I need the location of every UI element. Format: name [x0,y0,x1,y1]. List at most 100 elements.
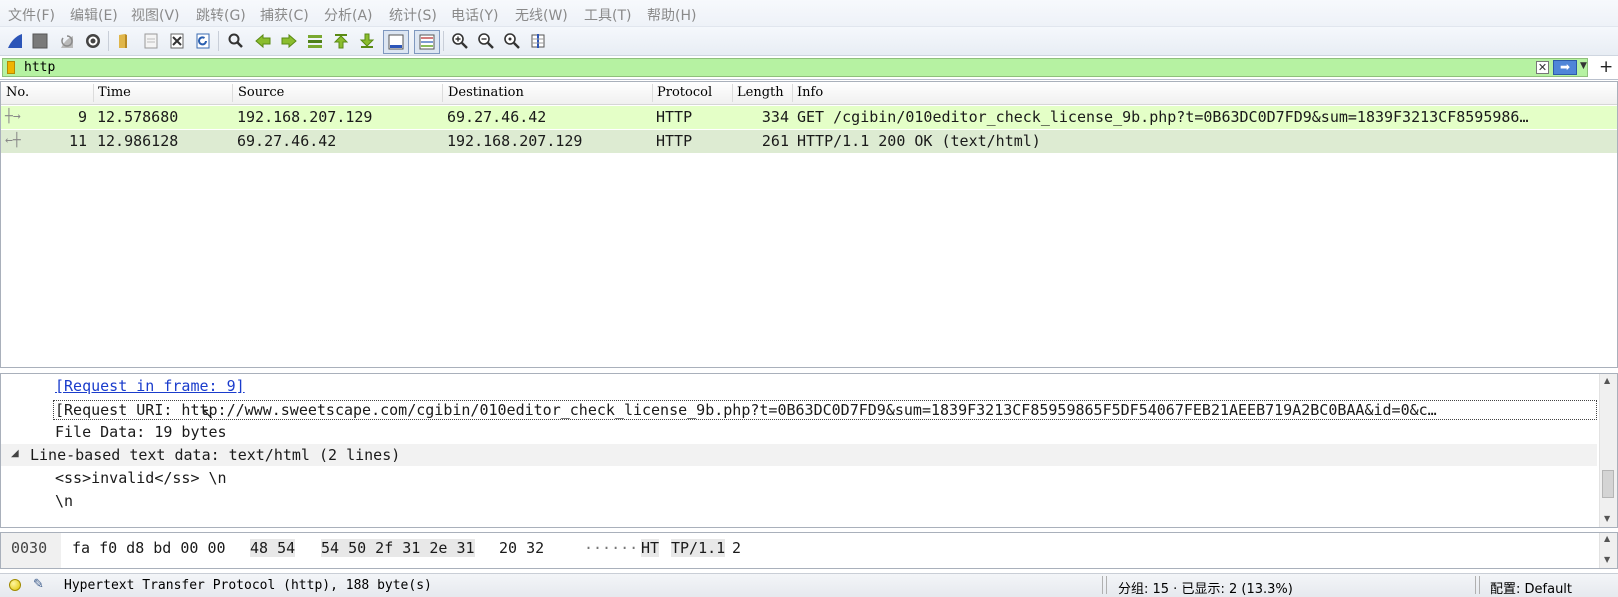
column-header-time[interactable]: Time [98,85,131,100]
add-filter-button[interactable]: + [1599,57,1613,77]
status-bar: ✎ Hypertext Transfer Protocol (http), 18… [0,573,1618,597]
status-separator [1102,576,1107,594]
resize-columns-icon[interactable] [527,30,549,52]
scroll-thumb[interactable] [1602,470,1614,498]
menu-capture[interactable]: 捕获(C) [260,5,309,25]
hex-bytes-highlight-b[interactable]: 54 50 2f 31 2e 31 [321,539,475,557]
packet-source: 192.168.207.129 [237,108,373,126]
packet-time: 12.986128 [97,132,179,150]
reload-file-icon[interactable] [192,30,214,52]
save-file-icon[interactable] [140,30,162,52]
status-packet-counts: 分组: 15 · 已显示: 2 (13.3%) [1118,582,1293,597]
text-line-1[interactable]: <ss>invalid</ss> \n [55,469,227,487]
zoom-in-icon[interactable] [449,30,471,52]
ascii-highlight-a[interactable]: HT [641,539,660,557]
ascii-tail[interactable]: 2 [732,539,741,557]
filter-history-chevron-icon[interactable]: ▼ [1580,61,1587,71]
menu-telephony[interactable]: 电话(Y) [451,5,498,25]
hex-bytes-highlight-a[interactable]: 48 54 [250,539,296,557]
column-header-info[interactable]: Info [797,85,823,100]
column-header-protocol[interactable]: Protocol [657,85,712,100]
packet-time: 12.578680 [97,108,179,126]
packet-protocol: HTTP [656,108,693,126]
menu-tools[interactable]: 工具(T) [584,5,631,25]
last-packet-icon[interactable] [356,30,378,52]
stop-capture-icon[interactable] [29,30,51,52]
file-data-field[interactable]: File Data: 19 bytes [55,423,227,441]
menu-file[interactable]: 文件(F) [8,5,55,25]
menu-analyze[interactable]: 分析(A) [324,5,373,25]
bookmark-icon[interactable] [7,61,15,74]
column-header-no[interactable]: No. [6,85,29,100]
filter-value: http [24,60,56,75]
menu-statistics[interactable]: 统计(S) [389,5,437,25]
request-arrow-icon: ┼→ [5,109,21,124]
capture-options-icon[interactable] [82,30,104,52]
line-based-text-label: Line-based text data: text/html (2 lines… [30,446,401,464]
packet-info: GET /cgibin/010editor_check_license_9b.p… [797,108,1529,126]
menu-wireless[interactable]: 无线(W) [515,5,568,25]
first-packet-icon[interactable] [330,30,352,52]
display-filter-input[interactable]: http ✕ ➡ ▼ [2,58,1588,77]
packet-bytes-pane: 0030 fa f0 d8 bd 00 00 48 54 54 50 2f 31… [0,532,1618,569]
menu-edit[interactable]: 编辑(E) [70,5,118,25]
text-line-2[interactable]: \n [55,492,73,510]
colorize-icon[interactable] [414,30,440,54]
open-file-icon[interactable] [114,30,136,52]
hex-bytes-a[interactable]: fa f0 d8 bd 00 00 [72,539,226,557]
expert-info-icon[interactable] [9,579,21,591]
toolbar-separator [218,31,219,51]
find-packet-icon[interactable] [225,30,247,52]
packet-list-pane: No. Time Source Destination Protocol Len… [0,81,1618,368]
main-toolbar [0,27,1618,56]
scroll-up-arrow-icon[interactable]: ▲ [1604,534,1610,543]
packet-no: 9 [77,108,87,126]
packet-row[interactable]: ┼→ 9 12.578680 192.168.207.129 69.27.46.… [1,106,1617,129]
auto-scroll-icon[interactable] [383,30,409,54]
menu-go[interactable]: 跳转(G) [196,5,246,25]
packet-destination: 69.27.46.42 [447,108,547,126]
hex-bytes-b[interactable]: 20 32 [499,539,544,557]
go-forward-icon[interactable] [278,30,300,52]
request-uri-selection[interactable]: [Request URI: http://www.sweetscape.com/… [53,400,1597,420]
expand-triangle-icon[interactable]: ◢ [11,448,19,459]
packet-length: 261 [761,132,789,150]
status-profile[interactable]: 配置: Default [1490,578,1572,597]
menu-help[interactable]: 帮助(H) [647,5,696,25]
status-separator [1475,576,1480,594]
apply-filter-icon[interactable]: ➡ [1553,60,1577,75]
ascii-dots[interactable]: ······ [584,539,638,557]
scroll-up-arrow-icon[interactable]: ▲ [1604,376,1610,385]
scroll-down-arrow-icon[interactable]: ▼ [1604,555,1610,564]
packet-length: 334 [761,108,789,126]
restart-capture-icon[interactable] [56,30,78,52]
go-back-icon[interactable] [252,30,274,52]
edit-comment-icon[interactable]: ✎ [33,577,44,592]
request-in-frame-link[interactable]: [Request in frame: 9] [55,377,245,395]
go-to-packet-icon[interactable] [304,30,326,52]
column-header-source[interactable]: Source [238,85,284,100]
ascii-highlight-b[interactable]: TP/1.1 [671,539,726,557]
packet-row[interactable]: ←┼ 11 12.986128 69.27.46.42 192.168.207.… [1,130,1617,153]
packet-destination: 192.168.207.129 [447,132,583,150]
packet-info: HTTP/1.1 200 OK (text/html) [797,132,1041,150]
line-based-text-row[interactable]: ◢ Line-based text data: text/html (2 lin… [1,444,1597,466]
display-filter-bar: http ✕ ➡ ▼ + [0,57,1618,80]
details-scrollbar[interactable]: ▲ ▼ [1599,374,1617,527]
packet-no: 11 [68,132,87,150]
column-header-length[interactable]: Length [737,85,784,100]
packet-details-pane: [Request in frame: 9] [Request URI: http… [0,373,1618,528]
normal-size-icon[interactable] [501,30,523,52]
column-header-destination[interactable]: Destination [448,85,524,100]
zoom-out-icon[interactable] [475,30,497,52]
bytes-scrollbar[interactable]: ▲ ▼ [1599,533,1617,568]
toolbar-separator [108,31,109,51]
close-file-icon[interactable] [166,30,188,52]
status-protocol-info: Hypertext Transfer Protocol (http), 188 … [64,578,432,593]
shark-fin-start-icon[interactable] [4,30,26,52]
scroll-down-arrow-icon[interactable]: ▼ [1604,514,1610,523]
packet-list-header: No. Time Source Destination Protocol Len… [1,82,1617,105]
menu-view[interactable]: 视图(V) [131,5,180,25]
clear-filter-icon[interactable]: ✕ [1536,61,1549,74]
request-uri-field: [Request URI: http://www.sweetscape.com/… [55,401,1437,419]
